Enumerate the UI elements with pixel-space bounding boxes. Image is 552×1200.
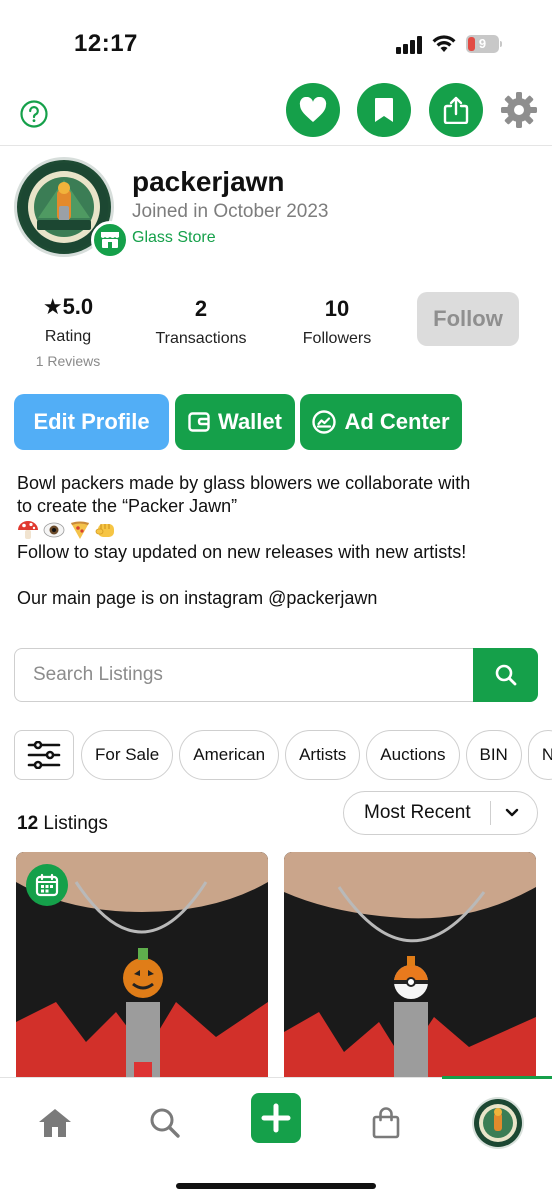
auction-badge: [26, 864, 68, 906]
fist-icon: [95, 523, 114, 537]
sort-divider: [490, 801, 491, 825]
transactions-label: Transactions: [155, 330, 247, 347]
listing-photo: [284, 852, 536, 1080]
listing-card[interactable]: [16, 852, 268, 1080]
bio-emoji-row: [17, 518, 537, 541]
search-icon: [150, 1108, 180, 1138]
bottom-tab-bar: [0, 1076, 552, 1200]
ad-center-label: Ad Center: [344, 409, 450, 434]
store-badge: [91, 221, 129, 259]
store-type-label[interactable]: Glass Store: [132, 229, 216, 247]
star-icon: ★: [42, 294, 63, 319]
follow-button[interactable]: Follow: [417, 292, 519, 346]
filter-chip[interactable]: American: [179, 730, 280, 780]
avatar: [472, 1097, 524, 1149]
ad-center-button[interactable]: Ad Center: [300, 394, 462, 450]
shopping-bag-icon: [372, 1107, 400, 1139]
sliders-icon: [27, 741, 61, 769]
search-icon: [495, 664, 516, 686]
tab-shop[interactable]: [361, 1098, 411, 1148]
search-listings-input[interactable]: [14, 648, 474, 702]
followers-stat[interactable]: 10 Followers: [292, 296, 382, 348]
tab-profile[interactable]: [471, 1096, 525, 1150]
battery-icon: 9: [466, 35, 502, 53]
filter-chip[interactable]: BIN: [465, 730, 522, 780]
status-time: 12:17: [74, 30, 138, 57]
home-indicator: [176, 1183, 376, 1189]
rating-label: Rating: [44, 328, 92, 345]
active-tab-indicator: [442, 1076, 552, 1079]
bookmark-icon: [375, 98, 393, 122]
edit-profile-label: Edit Profile: [33, 409, 150, 434]
filter-chip[interactable]: For Sale: [81, 730, 174, 780]
filter-chip[interactable]: Artists: [285, 730, 361, 780]
joined-date: Joined in October 2023: [132, 201, 329, 222]
battery-level: 9: [478, 36, 487, 51]
plus-icon: [261, 1103, 291, 1133]
filter-button[interactable]: [14, 730, 74, 780]
storefront-icon: [101, 232, 119, 248]
home-icon: [39, 1109, 71, 1137]
chevron-down-icon: [505, 808, 519, 817]
share-button[interactable]: [429, 83, 483, 137]
listing-card[interactable]: [284, 852, 536, 1080]
transactions-value: 2: [194, 296, 208, 321]
filter-chips: For Sale American Artists Auctions BIN N: [81, 730, 552, 780]
gear-icon[interactable]: [500, 91, 538, 129]
rating-value: 5.0: [62, 294, 94, 319]
ad-chart-icon: [312, 410, 337, 434]
question-circle-icon[interactable]: [20, 100, 48, 128]
wallet-button[interactable]: Wallet: [175, 394, 295, 450]
bio-line: Bowl packers made by glass blowers we co…: [17, 473, 471, 493]
mushroom-icon: [18, 520, 38, 539]
eye-icon: [43, 522, 65, 537]
heart-icon: [299, 97, 327, 122]
rating-stat[interactable]: ★5.0 Rating 1 Reviews: [28, 294, 108, 369]
sort-selected-value: Most Recent: [364, 802, 471, 823]
bio-line: Follow to stay updated on new releases w…: [17, 542, 467, 562]
status-bar: 12:17 9: [0, 0, 552, 80]
share-icon: [443, 96, 469, 124]
like-button[interactable]: [286, 83, 340, 137]
followers-label: Followers: [302, 330, 372, 347]
listing-count-label: Listings: [43, 813, 108, 834]
followers-value: 10: [324, 296, 350, 321]
profile-avatar[interactable]: [14, 157, 129, 259]
transactions-stat[interactable]: 2 Transactions: [146, 296, 256, 348]
bio-line: Our main page is on instagram @packerjaw…: [17, 588, 378, 608]
profile-bio: Bowl packers made by glass blowers we co…: [17, 472, 537, 610]
tab-search[interactable]: [140, 1098, 190, 1148]
wallet-icon: [188, 412, 210, 432]
search-button[interactable]: [473, 648, 538, 702]
bio-line: to create the “Packer Jawn”: [17, 496, 238, 516]
cellular-signal-icon: [396, 36, 424, 54]
listing-count-value: 12: [17, 813, 39, 834]
rating-value-row: ★5.0: [28, 294, 108, 320]
tab-home[interactable]: [30, 1098, 80, 1148]
wifi-icon: [432, 35, 456, 52]
edit-profile-button[interactable]: Edit Profile: [14, 394, 169, 450]
wallet-label: Wallet: [218, 409, 282, 434]
header-divider: [0, 145, 552, 146]
filter-chip[interactable]: Auctions: [366, 730, 460, 780]
profile-username: packerjawn: [132, 166, 285, 197]
listing-count: 12 Listings: [17, 813, 108, 835]
pizza-icon: [71, 521, 89, 539]
bookmark-button[interactable]: [357, 83, 411, 137]
reviews-count: 1 Reviews: [35, 353, 101, 369]
calendar-icon: [35, 873, 59, 897]
sort-dropdown[interactable]: Most Recent: [343, 791, 538, 835]
tab-add-listing[interactable]: [251, 1093, 301, 1143]
filter-chip[interactable]: N: [527, 730, 552, 780]
